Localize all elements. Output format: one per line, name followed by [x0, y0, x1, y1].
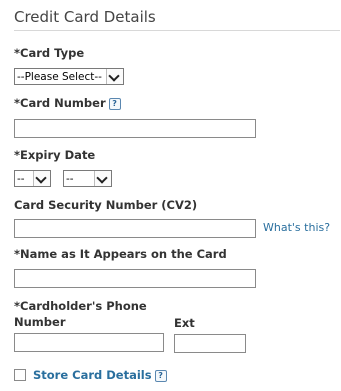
card-type-selected-value: --Please Select-- — [17, 71, 102, 83]
section-title: Credit Card Details — [14, 8, 156, 26]
name-on-card-input[interactable] — [14, 269, 256, 288]
card-number-input[interactable] — [14, 119, 256, 138]
store-card-label[interactable]: Store Card Details — [33, 368, 152, 382]
expiry-date-label: *Expiry Date — [14, 148, 96, 162]
card-type-label: *Card Type — [14, 46, 85, 60]
card-type-select[interactable]: --Please Select-- — [14, 68, 124, 85]
store-card-label-row: Store Card Details? — [33, 368, 167, 383]
title-divider — [14, 30, 340, 31]
name-on-card-label: *Name as It Appears on the Card — [14, 247, 227, 261]
phone-number-input[interactable] — [14, 333, 164, 352]
cv2-input[interactable] — [14, 219, 256, 238]
phone-label-line1: *Cardholder's Phone — [14, 299, 147, 313]
expiry-month-select[interactable]: -- — [14, 170, 51, 187]
phone-label-line2: Number — [14, 315, 66, 329]
expiry-month-value: -- — [17, 173, 25, 185]
card-number-label-row: *Card Number? — [14, 96, 121, 111]
ext-label: Ext — [174, 316, 195, 330]
expiry-year-value: -- — [66, 173, 74, 185]
chevron-down-icon — [33, 171, 50, 186]
chevron-down-icon — [94, 171, 111, 186]
expiry-year-select[interactable]: -- — [63, 170, 112, 187]
cv2-label: Card Security Number (CV2) — [14, 198, 198, 212]
card-number-label: *Card Number — [14, 96, 106, 110]
whats-this-link[interactable]: What's this? — [263, 221, 330, 234]
store-card-checkbox[interactable] — [14, 369, 26, 381]
help-icon[interactable]: ? — [108, 98, 121, 110]
help-icon[interactable]: ? — [154, 370, 167, 382]
chevron-down-icon — [106, 69, 123, 84]
ext-input[interactable] — [174, 334, 246, 353]
